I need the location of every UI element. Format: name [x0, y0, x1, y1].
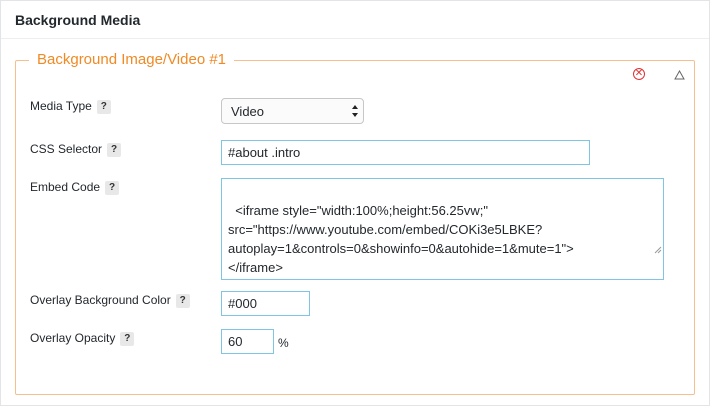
help-icon[interactable]: ? — [107, 142, 122, 157]
resize-handle-icon[interactable] — [640, 221, 662, 278]
overlay-opacity-value: 60 — [228, 334, 243, 349]
help-icon[interactable]: ? — [96, 99, 111, 114]
overlay-color-label-text: Overlay Background Color — [30, 293, 171, 307]
media-type-value: Video — [231, 104, 265, 119]
media-type-label: Media Type? — [30, 99, 111, 114]
panel-header: Background Media — [1, 1, 709, 39]
panel-title: Background Media — [15, 12, 141, 28]
percent-unit: % — [278, 336, 289, 350]
overlay-color-value: #000 — [228, 296, 257, 311]
overlay-color-input[interactable]: #000 — [221, 291, 310, 316]
overlay-opacity-label-text: Overlay Opacity — [30, 331, 116, 345]
remove-circle-icon[interactable]: ✕ — [633, 68, 645, 80]
css-selector-input[interactable]: #about .intro — [221, 140, 590, 165]
embed-code-label: Embed Code? — [30, 180, 120, 195]
help-icon[interactable]: ? — [175, 293, 190, 308]
media-group-legend: Background Image/Video #1 — [29, 51, 235, 68]
overlay-color-label: Overlay Background Color? — [30, 293, 190, 308]
embed-code-value: <iframe style="width:100%;height:56.25vw… — [228, 203, 574, 275]
select-arrows-icon — [351, 103, 359, 119]
embed-code-textarea[interactable]: <iframe style="width:100%;height:56.25vw… — [221, 178, 664, 280]
css-selector-label-text: CSS Selector — [30, 142, 103, 156]
css-selector-label: CSS Selector? — [30, 142, 122, 157]
media-type-label-text: Media Type — [30, 99, 92, 113]
overlay-opacity-input[interactable]: 60 — [221, 329, 274, 354]
embed-code-label-text: Embed Code — [30, 180, 101, 194]
triangle-up-icon[interactable] — [674, 67, 685, 85]
css-selector-value: #about .intro — [228, 145, 301, 160]
help-icon[interactable]: ? — [120, 331, 135, 346]
overlay-opacity-label: Overlay Opacity? — [30, 331, 135, 346]
media-type-select[interactable]: Video — [221, 98, 364, 124]
help-icon[interactable]: ? — [105, 180, 120, 195]
